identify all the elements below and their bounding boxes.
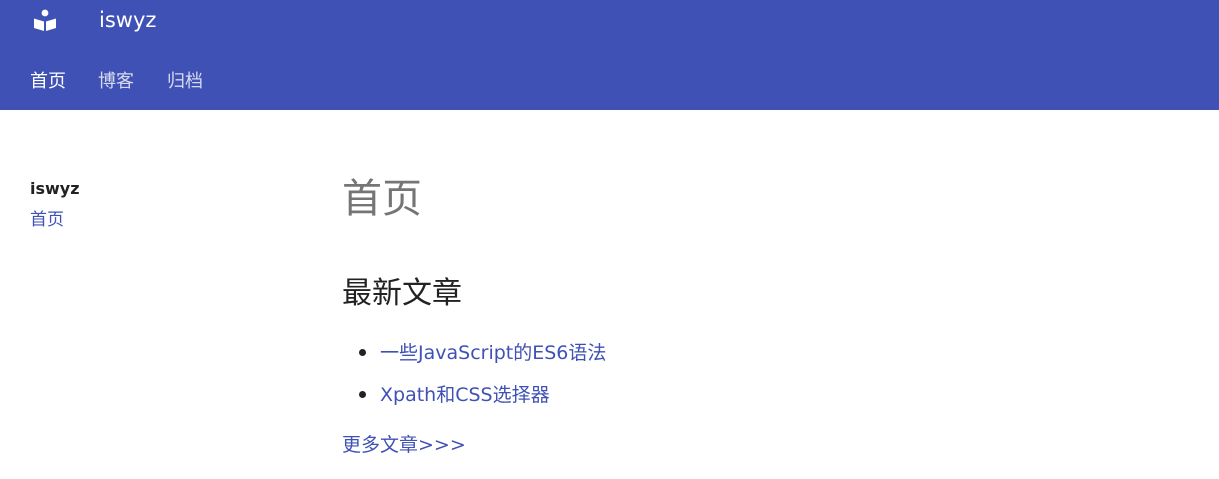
sidebar: iswyz 首页: [30, 178, 280, 231]
nav-item-blog[interactable]: 博客: [98, 62, 134, 102]
bullet-icon: [359, 349, 366, 356]
nav-item-home[interactable]: 首页: [30, 62, 66, 102]
post-link[interactable]: 一些JavaScript的ES6语法: [380, 342, 606, 364]
nav-item-archive[interactable]: 归档: [167, 62, 203, 102]
more-posts-link[interactable]: 更多文章>>>: [342, 431, 466, 459]
main-content: 首页 最新文章 一些JavaScript的ES6语法 Xpath和CSS选择器 …: [342, 172, 1162, 459]
list-item: Xpath和CSS选择器: [342, 381, 1162, 423]
top-app-bar: iswyz 首页 博客 归档: [0, 0, 1219, 110]
post-link[interactable]: Xpath和CSS选择器: [380, 384, 550, 406]
brand-row: iswyz: [0, 0, 1219, 40]
page-title: 首页: [342, 176, 422, 222]
post-list: 一些JavaScript的ES6语法 Xpath和CSS选择器: [342, 339, 1162, 423]
bullet-icon: [359, 391, 366, 398]
sidebar-title: iswyz: [30, 179, 80, 198]
book-reader-icon[interactable]: [33, 8, 57, 32]
site-title[interactable]: iswyz: [99, 6, 156, 34]
section-title: 最新文章: [342, 276, 462, 311]
sidebar-link-home[interactable]: 首页: [30, 209, 64, 231]
list-item: 一些JavaScript的ES6语法: [342, 339, 1162, 381]
